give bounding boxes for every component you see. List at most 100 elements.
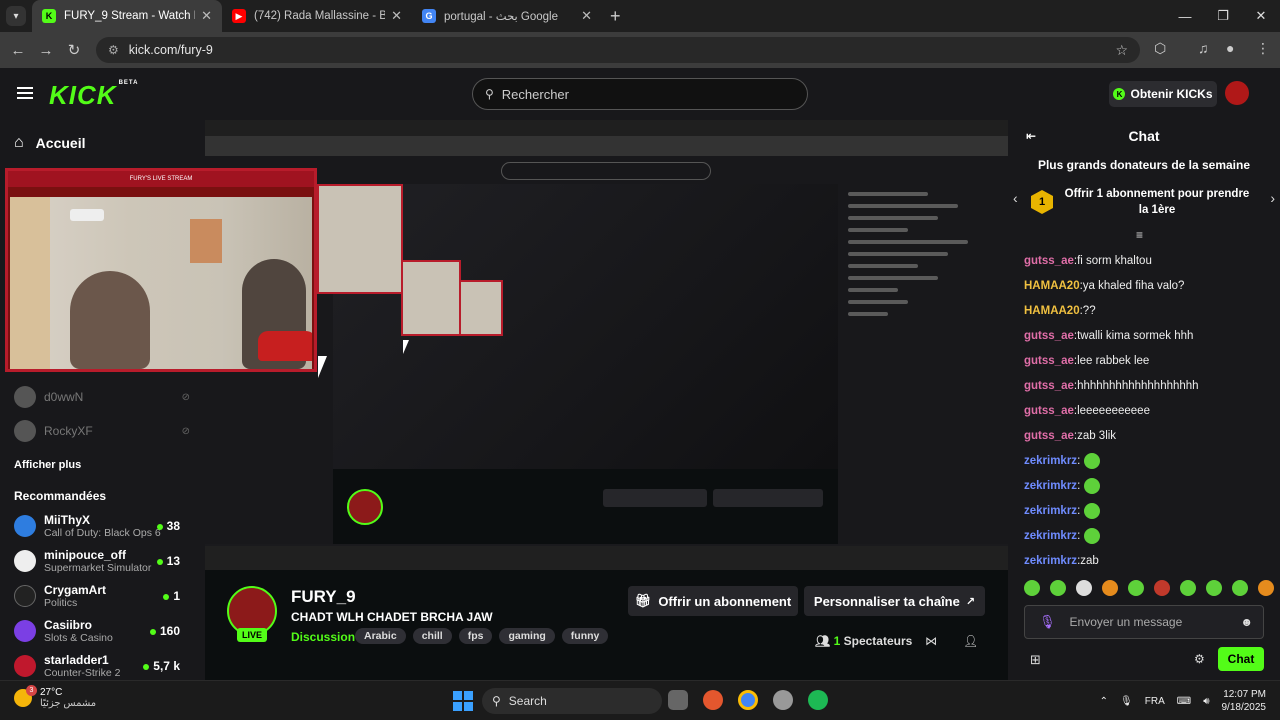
menu-dots-icon[interactable]: ⋮ — [1256, 40, 1270, 57]
address-bar[interactable]: ⚙ kick.com/fury-9 ☆ — [96, 37, 1140, 63]
app-icon[interactable] — [703, 690, 723, 710]
tag[interactable]: funny — [561, 628, 609, 644]
chat-username[interactable]: zekrimkrz — [1024, 477, 1077, 495]
recommended-channel[interactable]: CrygamArt Politics 1 — [14, 583, 194, 609]
search-icon: ⚲ — [485, 87, 494, 101]
tab-0[interactable]: K FURY_9 Stream - Watch Live on ✕ — [32, 0, 222, 32]
stream-category[interactable]: Discussion — [291, 630, 355, 644]
viewer-number: 1 — [833, 634, 841, 648]
recommended-channel[interactable]: starladder1 Counter-Strike 2 5,7 k — [14, 653, 194, 679]
channel-name: MiiThyX — [44, 513, 91, 527]
recommended-channel[interactable]: MiiThyX Call of Duty: Black Ops 6 38 — [14, 513, 194, 539]
kick-logo[interactable]: KICK BETA — [49, 80, 138, 111]
site-info-icon[interactable]: ⚙ — [108, 43, 119, 57]
streamer-name[interactable]: FURY_9 — [291, 587, 356, 607]
recommended-channel[interactable]: minipouce_off Supermarket Simulator 13 — [14, 548, 194, 574]
get-kicks-button[interactable]: K Obtenir KICKs — [1109, 81, 1217, 107]
tag[interactable]: fps — [458, 628, 493, 644]
close-window-icon[interactable]: ✕ — [1242, 0, 1280, 32]
chat-message: zekrimkrz: — [1024, 473, 1274, 498]
chat-username[interactable]: zekrimkrz — [1024, 502, 1077, 520]
gear-icon[interactable]: ⚙ — [1194, 652, 1205, 666]
chat-username[interactable]: zekrimkrz — [1024, 527, 1077, 545]
emoji-icon[interactable]: ☻ — [1240, 615, 1253, 629]
chat-username[interactable]: gutss_ae — [1024, 402, 1074, 420]
extensions-icon[interactable]: ⬡ — [1154, 40, 1166, 57]
file-explorer-icon[interactable] — [668, 690, 688, 710]
chat-message-input[interactable]: 🎙︎ Envoyer un message ☻ — [1024, 605, 1264, 639]
windows-start-icon[interactable] — [453, 691, 473, 711]
chat-username[interactable]: gutss_ae — [1024, 327, 1074, 345]
recommended-channel[interactable]: Casiibro Slots & Casino 160 — [14, 618, 194, 644]
network-icon[interactable]: ⌨ — [1177, 696, 1191, 707]
spotify-icon[interactable] — [808, 690, 828, 710]
maximize-icon[interactable]: ❐ — [1204, 0, 1242, 32]
back-icon[interactable]: ← — [4, 42, 32, 59]
close-tab-icon[interactable]: ✕ — [581, 8, 592, 24]
channel-name: d0wwN — [44, 390, 84, 404]
emote-icon[interactable] — [1180, 580, 1196, 596]
tag[interactable]: gaming — [499, 628, 555, 644]
chat-username[interactable]: zekrimkrz — [1024, 552, 1077, 570]
close-tab-icon[interactable]: ✕ — [201, 8, 212, 24]
emote-icon[interactable] — [1128, 580, 1144, 596]
taskbar-search[interactable]: ⚲ Search — [482, 688, 662, 714]
chat-message: gutss_ae: zab 3lik — [1024, 423, 1274, 448]
tab-1[interactable]: ▶ (742) Rada Mallassine - BORDIL ✕ — [222, 0, 412, 32]
media-icon[interactable]: ♫ — [1198, 40, 1209, 56]
chevron-right-icon[interactable]: › — [1270, 190, 1275, 206]
share-icon[interactable]: ⋈ — [925, 634, 937, 648]
emote-icon[interactable] — [1102, 580, 1118, 596]
collapse-chat-icon[interactable]: ⇤ — [1026, 120, 1036, 152]
store-icon[interactable]: ⊞ — [1030, 652, 1041, 668]
chevron-up-icon[interactable]: ⌃ — [1100, 696, 1108, 707]
chat-send-button[interactable]: Chat — [1218, 647, 1264, 671]
chat-username[interactable]: HAMAA20 — [1024, 302, 1080, 320]
chevron-left-icon[interactable]: ‹ — [1013, 190, 1018, 206]
app-icon[interactable] — [773, 690, 793, 710]
user-add-icon[interactable]: 👤︎ — [963, 634, 978, 648]
minimize-icon[interactable]: — — [1166, 0, 1204, 32]
forward-icon[interactable]: → — [32, 42, 60, 59]
microphone-icon[interactable]: 🎙︎ — [1120, 696, 1133, 707]
gift-subscription-button[interactable]: 🎁︎ Offrir un abonnement — [628, 586, 798, 616]
pinned-toggle-icon[interactable]: ≡ — [1136, 228, 1143, 242]
emote-icon[interactable] — [1050, 580, 1066, 596]
chrome-icon[interactable] — [738, 690, 758, 710]
volume-icon[interactable]: 🔊︎ — [1203, 696, 1209, 707]
search-input[interactable]: ⚲ Rechercher — [472, 78, 808, 110]
emote-icon[interactable] — [1232, 580, 1248, 596]
close-tab-icon[interactable]: ✕ — [391, 8, 402, 24]
chat-username[interactable]: gutss_ae — [1024, 377, 1074, 395]
chat-username[interactable]: gutss_ae — [1024, 427, 1074, 445]
hamburger-menu-icon[interactable] — [17, 87, 33, 99]
chat-username[interactable]: gutss_ae — [1024, 252, 1074, 270]
video-player[interactable] — [205, 120, 1008, 570]
followed-channel[interactable]: RockyXF ⊘ — [14, 420, 194, 442]
tab-search-button[interactable]: ▾ — [6, 6, 26, 26]
chat-username[interactable]: zekrimkrz — [1024, 452, 1077, 470]
new-tab-button[interactable]: + — [610, 6, 621, 27]
emote-icon[interactable] — [1154, 580, 1170, 596]
clock[interactable]: 12:07 PM 9/18/2025 — [1222, 688, 1267, 714]
emote-icon[interactable] — [1258, 580, 1274, 596]
microphone-icon[interactable]: 🎙︎ — [1039, 614, 1056, 630]
weather-widget[interactable]: 27°C مشمس جزئيًا — [14, 685, 96, 709]
bookmark-star-icon[interactable]: ☆ — [1115, 42, 1128, 59]
chat-username[interactable]: HAMAA20 — [1024, 277, 1080, 295]
tag[interactable]: Arabic — [355, 628, 406, 644]
show-more-link[interactable]: Afficher plus — [14, 459, 81, 471]
reload-icon[interactable]: ↻ — [60, 41, 88, 59]
followed-channel[interactable]: d0wwN ⊘ — [14, 386, 194, 408]
tab-2[interactable]: G portugal - بحث Google ✕ — [412, 0, 602, 32]
sidebar-home[interactable]: ⌂ Accueil — [14, 134, 85, 152]
emote-icon[interactable] — [1024, 580, 1040, 596]
chat-username[interactable]: gutss_ae — [1024, 352, 1074, 370]
profile-icon[interactable]: ● — [1226, 40, 1234, 56]
emote-icon[interactable] — [1076, 580, 1092, 596]
language-indicator[interactable]: FRA — [1145, 696, 1165, 707]
customize-channel-button[interactable]: Personnaliser ta chaîne ↗ — [804, 586, 985, 616]
tag[interactable]: chill — [412, 628, 452, 644]
user-avatar[interactable] — [1225, 81, 1249, 105]
emote-icon[interactable] — [1206, 580, 1222, 596]
